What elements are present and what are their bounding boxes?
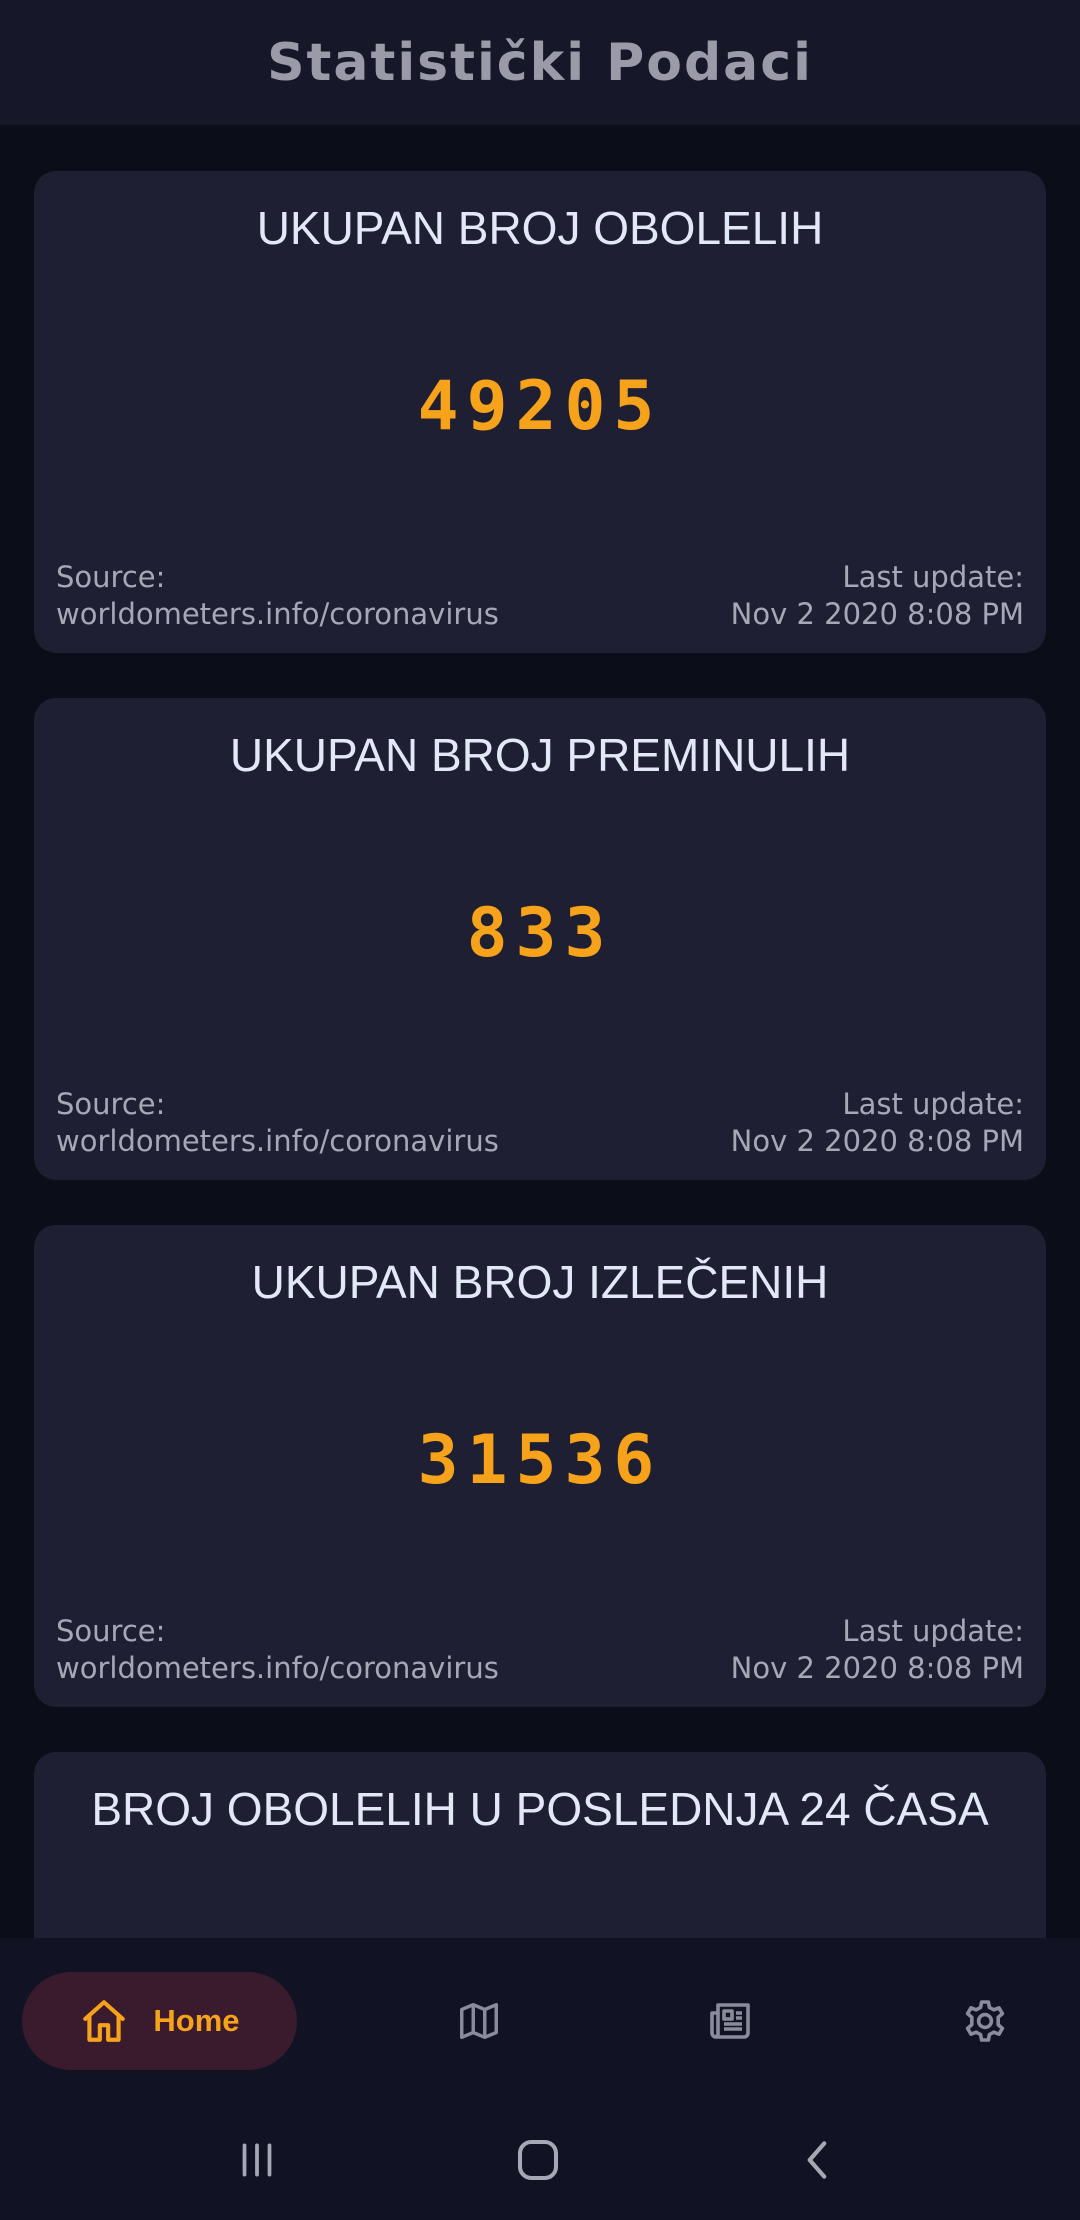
card-value: 49205 [417, 367, 663, 446]
source-label: Source: [56, 560, 166, 594]
system-home-button[interactable] [498, 2120, 578, 2200]
recent-apps-icon [242, 2143, 272, 2177]
system-navigation-bar [0, 2100, 1080, 2220]
nav-settings-button[interactable] [936, 1972, 1034, 2070]
card-last-update: Last update: Nov 2 2020 8:08 PM [731, 1613, 1024, 1687]
nav-home-button[interactable]: Home [22, 1972, 297, 2070]
card-value: 833 [466, 894, 614, 973]
nav-news-button[interactable] [683, 1972, 781, 2070]
stats-list[interactable]: UKUPAN BROJ OBOLELIH 49205 Source: world… [0, 126, 1080, 1938]
recent-apps-button[interactable] [217, 2120, 297, 2200]
card-last-update: Last update: Nov 2 2020 8:08 PM [731, 1086, 1024, 1160]
update-value: Nov 2 2020 8:08 PM [730, 1651, 1024, 1685]
bottom-navigation: Home [0, 1938, 1080, 2100]
back-icon [807, 2141, 827, 2179]
stat-card-total-recovered: UKUPAN BROJ IZLEČENIH 31536 Source: worl… [34, 1225, 1046, 1707]
source-label: Source: [56, 1614, 166, 1648]
app-bar: Statistički Podaci [0, 0, 1080, 126]
stat-card-total-deaths: UKUPAN BROJ PREMINULIH 833 Source: world… [34, 698, 1046, 1180]
card-title: UKUPAN BROJ IZLEČENIH [251, 1256, 829, 1308]
gear-icon [965, 2000, 1005, 2042]
card-title: UKUPAN BROJ OBOLELIH [256, 202, 824, 254]
card-value: 31536 [417, 1421, 663, 1500]
home-circle-icon [517, 2139, 559, 2181]
source-value: worldometers.info/coronavirus [56, 1124, 499, 1158]
source-value: worldometers.info/coronavirus [56, 1651, 499, 1685]
update-value: Nov 2 2020 8:08 PM [730, 597, 1024, 631]
card-source: Source: worldometers.info/coronavirus [56, 1613, 499, 1687]
card-source: Source: worldometers.info/coronavirus [56, 1086, 499, 1160]
update-label: Last update: [842, 560, 1024, 594]
update-label: Last update: [842, 1087, 1024, 1121]
source-value: worldometers.info/coronavirus [56, 597, 499, 631]
nav-map-button[interactable] [430, 1972, 528, 2070]
update-value: Nov 2 2020 8:08 PM [730, 1124, 1024, 1158]
stat-card-new-cases-24h: BROJ OBOLELIH U POSLEDNJA 24 ČASA [34, 1752, 1046, 1938]
stat-card-total-cases: UKUPAN BROJ OBOLELIH 49205 Source: world… [34, 171, 1046, 653]
card-title: BROJ OBOLELIH U POSLEDNJA 24 ČASA [91, 1783, 989, 1835]
system-back-button[interactable] [778, 2120, 858, 2200]
card-source: Source: worldometers.info/coronavirus [56, 559, 499, 633]
home-icon [83, 2000, 126, 2042]
page-title: Statistički Podaci [267, 32, 813, 93]
map-icon [460, 2002, 498, 2040]
news-icon [710, 2003, 750, 2039]
update-label: Last update: [842, 1614, 1024, 1648]
nav-home-label: Home [153, 2003, 240, 2038]
source-label: Source: [56, 1087, 166, 1121]
card-title: UKUPAN BROJ PREMINULIH [229, 729, 851, 781]
card-last-update: Last update: Nov 2 2020 8:08 PM [731, 559, 1024, 633]
